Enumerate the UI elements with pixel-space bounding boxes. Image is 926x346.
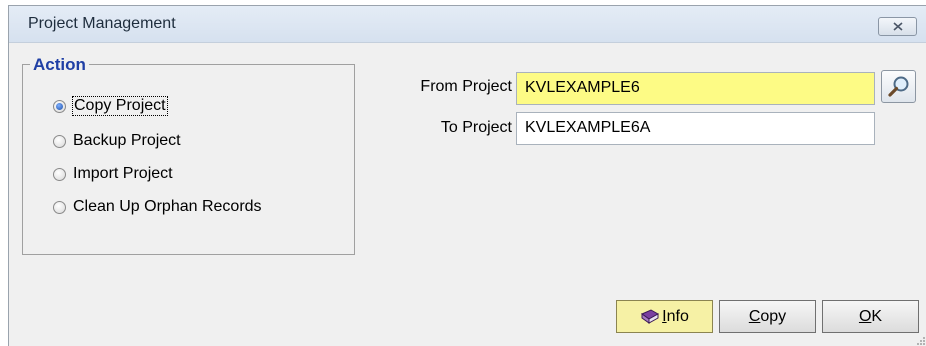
- radio-button[interactable]: [53, 134, 66, 148]
- magnifier-icon: [888, 76, 909, 97]
- ok-label-rest: K: [871, 307, 883, 325]
- info-label-rest: nfo: [666, 307, 689, 325]
- to-project-field[interactable]: KVLEXAMPLE6A: [516, 112, 875, 145]
- book-icon: [641, 308, 660, 324]
- lookup-button[interactable]: [881, 70, 916, 103]
- radio-label: Clean Up Orphan Records: [73, 198, 262, 215]
- radio-button-selected[interactable]: [53, 99, 66, 113]
- copy-label-rest: opy: [760, 307, 787, 325]
- radio-label: Backup Project: [73, 132, 181, 149]
- radio-label: Copy Project: [72, 96, 168, 116]
- radio-backup-project[interactable]: Backup Project: [53, 130, 181, 152]
- copy-accelerator: C: [748, 307, 761, 325]
- ok-accelerator: O: [858, 307, 872, 325]
- to-project-label: To Project: [440, 119, 512, 136]
- action-group-box: [22, 64, 355, 255]
- radio-button[interactable]: [53, 167, 66, 181]
- ok-button[interactable]: OK: [822, 300, 919, 333]
- close-icon: [893, 22, 903, 31]
- window-title: Project Management: [28, 15, 176, 32]
- title-bar: Project Management: [9, 6, 926, 43]
- radio-label: Import Project: [73, 165, 173, 182]
- from-project-label: From Project: [420, 78, 512, 95]
- radio-copy-project[interactable]: Copy Project: [53, 95, 168, 117]
- radio-import-project[interactable]: Import Project: [53, 163, 173, 185]
- info-button[interactable]: Info: [616, 300, 713, 333]
- radio-button[interactable]: [53, 200, 66, 214]
- radio-clean-up-orphan-records[interactable]: Clean Up Orphan Records: [53, 196, 262, 218]
- from-project-field[interactable]: KVLEXAMPLE6: [516, 72, 875, 105]
- resize-grip-icon[interactable]: [916, 336, 926, 346]
- close-button[interactable]: [878, 17, 917, 36]
- copy-button[interactable]: Copy: [719, 300, 816, 333]
- action-group-legend: Action: [30, 55, 89, 75]
